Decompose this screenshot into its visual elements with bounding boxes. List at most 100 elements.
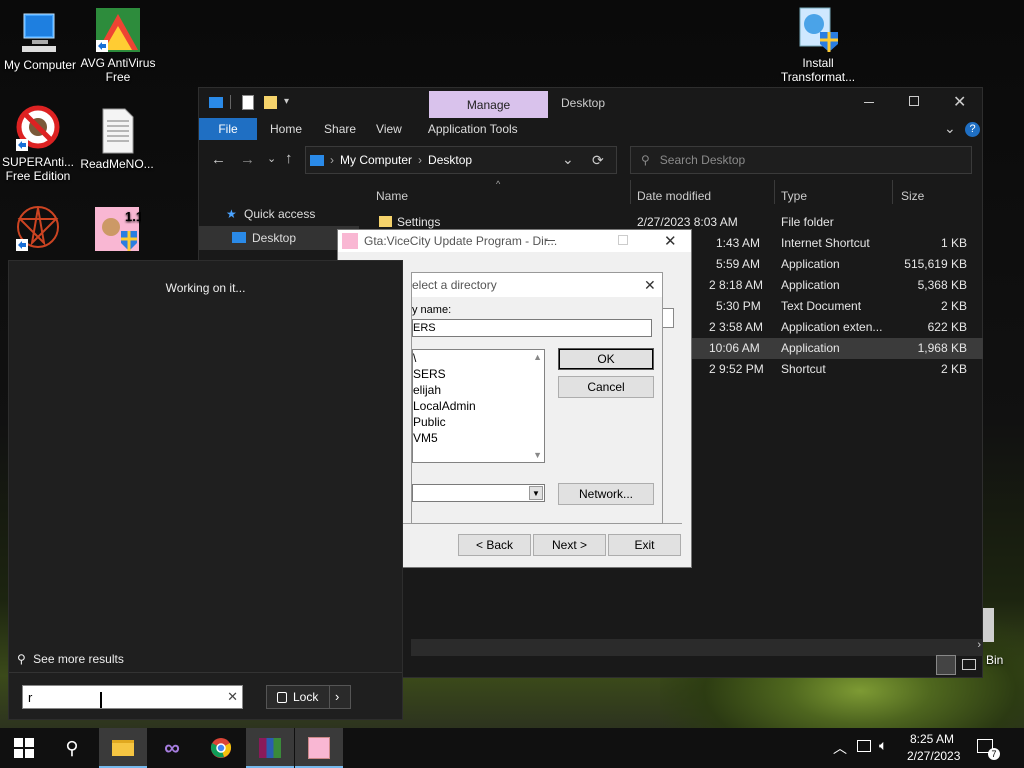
search-icon: ⚲ <box>17 652 26 666</box>
clear-icon[interactable]: ✕ <box>227 689 238 705</box>
ribbon-tabs: File Home Share View Application Tools ⌄… <box>199 118 982 140</box>
chevron-right-icon[interactable]: › <box>335 689 339 704</box>
clock-date[interactable]: 2/27/2023 <box>907 749 960 763</box>
show-hidden-icons-icon[interactable]: ︿ <box>833 738 847 758</box>
list-item[interactable]: elijah <box>413 382 544 398</box>
vicecity-update-icon <box>308 737 330 759</box>
address-dropdown-icon[interactable]: ⌄ <box>562 151 574 168</box>
start-button[interactable] <box>0 728 48 768</box>
desktop-icon-avg[interactable]: AVG AntiVirus Free <box>76 6 160 84</box>
tab-application-tools[interactable]: Application Tools <box>416 118 532 140</box>
start-search-panel[interactable]: Working on it... ⚲ See more results r ✕ … <box>8 260 403 720</box>
manage-tab[interactable]: Manage <box>429 91 548 118</box>
clock-time[interactable]: 8:25 AM <box>910 732 954 746</box>
qat-dropdown-icon[interactable]: ▾ <box>284 96 289 107</box>
volume-icon[interactable]: 🔈︎ <box>879 737 887 754</box>
taskbar-winrar[interactable] <box>246 728 294 768</box>
star-icon: ★ <box>226 207 237 221</box>
list-item[interactable]: LocalAdmin <box>413 398 544 414</box>
desktop-icon-my-computer[interactable]: My Computer <box>0 8 83 72</box>
column-name[interactable]: Name <box>376 189 408 203</box>
list-item[interactable]: SERS <box>413 366 544 382</box>
monitor-icon <box>232 232 246 243</box>
installer-title-bar[interactable]: Gta:ViceCity Update Program - Dir... ✕ <box>338 230 691 252</box>
nav-label: Desktop <box>252 231 297 245</box>
list-item[interactable]: VM5 <box>413 430 544 446</box>
exit-button[interactable]: Exit <box>608 534 681 556</box>
vicecity-app-icon <box>342 233 358 249</box>
cell-size: 1,968 KB <box>917 341 967 355</box>
taskbar-file-explorer[interactable] <box>99 728 147 768</box>
network-icon[interactable] <box>857 740 871 752</box>
tab-file[interactable]: File <box>199 118 257 140</box>
minimize-button[interactable] <box>545 240 555 241</box>
column-divider <box>630 180 631 204</box>
close-button[interactable]: ✕ <box>953 92 966 112</box>
column-date-modified[interactable]: Date modified <box>637 189 711 203</box>
list-item[interactable]: \ <box>413 350 544 366</box>
drive-select[interactable]: ▼ <box>412 484 545 502</box>
title-bar[interactable]: ▾ Manage Desktop ✕ <box>199 88 982 118</box>
address-box[interactable]: › My Computer › Desktop ⌄ ⟳ <box>305 146 617 174</box>
close-button[interactable]: ✕ <box>664 232 677 250</box>
list-item[interactable]: Public <box>413 414 544 430</box>
search-desktop-input[interactable]: ⚲ Search Desktop <box>630 146 972 174</box>
next-button[interactable]: Next > <box>533 534 606 556</box>
tab-share[interactable]: Share <box>316 118 370 140</box>
nav-desktop[interactable]: Desktop <box>199 226 359 250</box>
help-icon[interactable]: ? <box>965 122 980 137</box>
maximize-button[interactable] <box>909 96 919 106</box>
desktop-icon-readme[interactable]: ReadMeNO... <box>75 107 159 171</box>
scroll-down-arrow-icon[interactable]: ▼ <box>533 450 542 460</box>
column-type[interactable]: Type <box>781 189 807 203</box>
taskbar-vicecity-update[interactable] <box>295 728 343 768</box>
cancel-button[interactable]: Cancel <box>558 376 654 398</box>
cell-type: Application <box>781 257 840 271</box>
refresh-icon[interactable]: ⟳ <box>592 152 604 169</box>
select-directory-dialog[interactable]: elect a directory ✕ y name: ERS \ SERS e… <box>411 272 663 524</box>
forward-arrow-icon[interactable]: → <box>240 151 255 168</box>
details-view-icon[interactable] <box>936 655 956 675</box>
breadcrumb-my-computer[interactable]: My Computer <box>340 153 412 167</box>
minimize-button[interactable] <box>864 102 874 103</box>
network-button[interactable]: Network... <box>558 483 654 505</box>
desktop-icon-label: SUPERAnti... Free Edition <box>1 155 75 183</box>
desktop-icon-unnamed-2[interactable]: 1.1 <box>75 205 159 255</box>
tab-view[interactable]: View <box>370 118 416 140</box>
breadcrumb-desktop[interactable]: Desktop <box>428 153 472 167</box>
scroll-right-arrow-icon[interactable]: › <box>977 639 981 651</box>
directory-name-input[interactable]: ERS <box>412 319 652 337</box>
desktop-icon-install-transformat[interactable]: Install Transformat... <box>776 6 860 84</box>
close-button[interactable]: ✕ <box>644 277 656 294</box>
taskbar-search-button[interactable]: ⚲ <box>48 728 96 768</box>
recent-dropdown-icon[interactable]: ⌄ <box>267 152 276 165</box>
notification-count-badge: 7 <box>988 748 1000 760</box>
dialog-title-bar[interactable]: elect a directory ✕ <box>412 273 662 297</box>
up-arrow-icon[interactable]: ↑ <box>285 150 293 167</box>
properties-icon[interactable] <box>242 95 254 110</box>
back-arrow-icon[interactable]: ← <box>211 151 226 168</box>
dialog-title: elect a directory <box>412 278 497 292</box>
column-size[interactable]: Size <box>901 189 924 203</box>
chevron-down-icon[interactable]: ⌄ <box>944 120 956 137</box>
chevron-down-icon[interactable]: ▼ <box>529 486 543 500</box>
ok-button[interactable]: OK <box>558 348 654 370</box>
desktop-icon-unnamed-1[interactable] <box>0 205 80 255</box>
superantispyware-icon <box>14 105 62 153</box>
nav-quick-access[interactable]: ★ Quick access <box>199 202 359 226</box>
monitor-icon <box>209 97 223 108</box>
see-more-results-link[interactable]: ⚲ See more results <box>17 652 124 666</box>
back-button[interactable]: < Back <box>458 534 531 556</box>
taskbar-chrome[interactable] <box>197 728 245 768</box>
scroll-up-arrow-icon[interactable]: ▲ <box>533 352 542 362</box>
new-folder-icon[interactable] <box>264 96 277 109</box>
nav-label: Quick access <box>244 207 316 221</box>
lock-button[interactable]: Lock › <box>266 685 351 709</box>
installer-shield-icon <box>794 6 842 54</box>
large-icons-view-icon[interactable] <box>962 659 976 670</box>
taskbar-visual-studio[interactable]: ∞ <box>148 728 196 768</box>
search-input[interactable]: r ✕ <box>22 685 243 709</box>
desktop-icon-superantispyware[interactable]: SUPERAnti... Free Edition <box>0 105 80 183</box>
directory-list[interactable]: \ SERS elijah LocalAdmin Public VM5 ▲ ▼ <box>412 349 545 463</box>
tab-home[interactable]: Home <box>257 118 316 140</box>
